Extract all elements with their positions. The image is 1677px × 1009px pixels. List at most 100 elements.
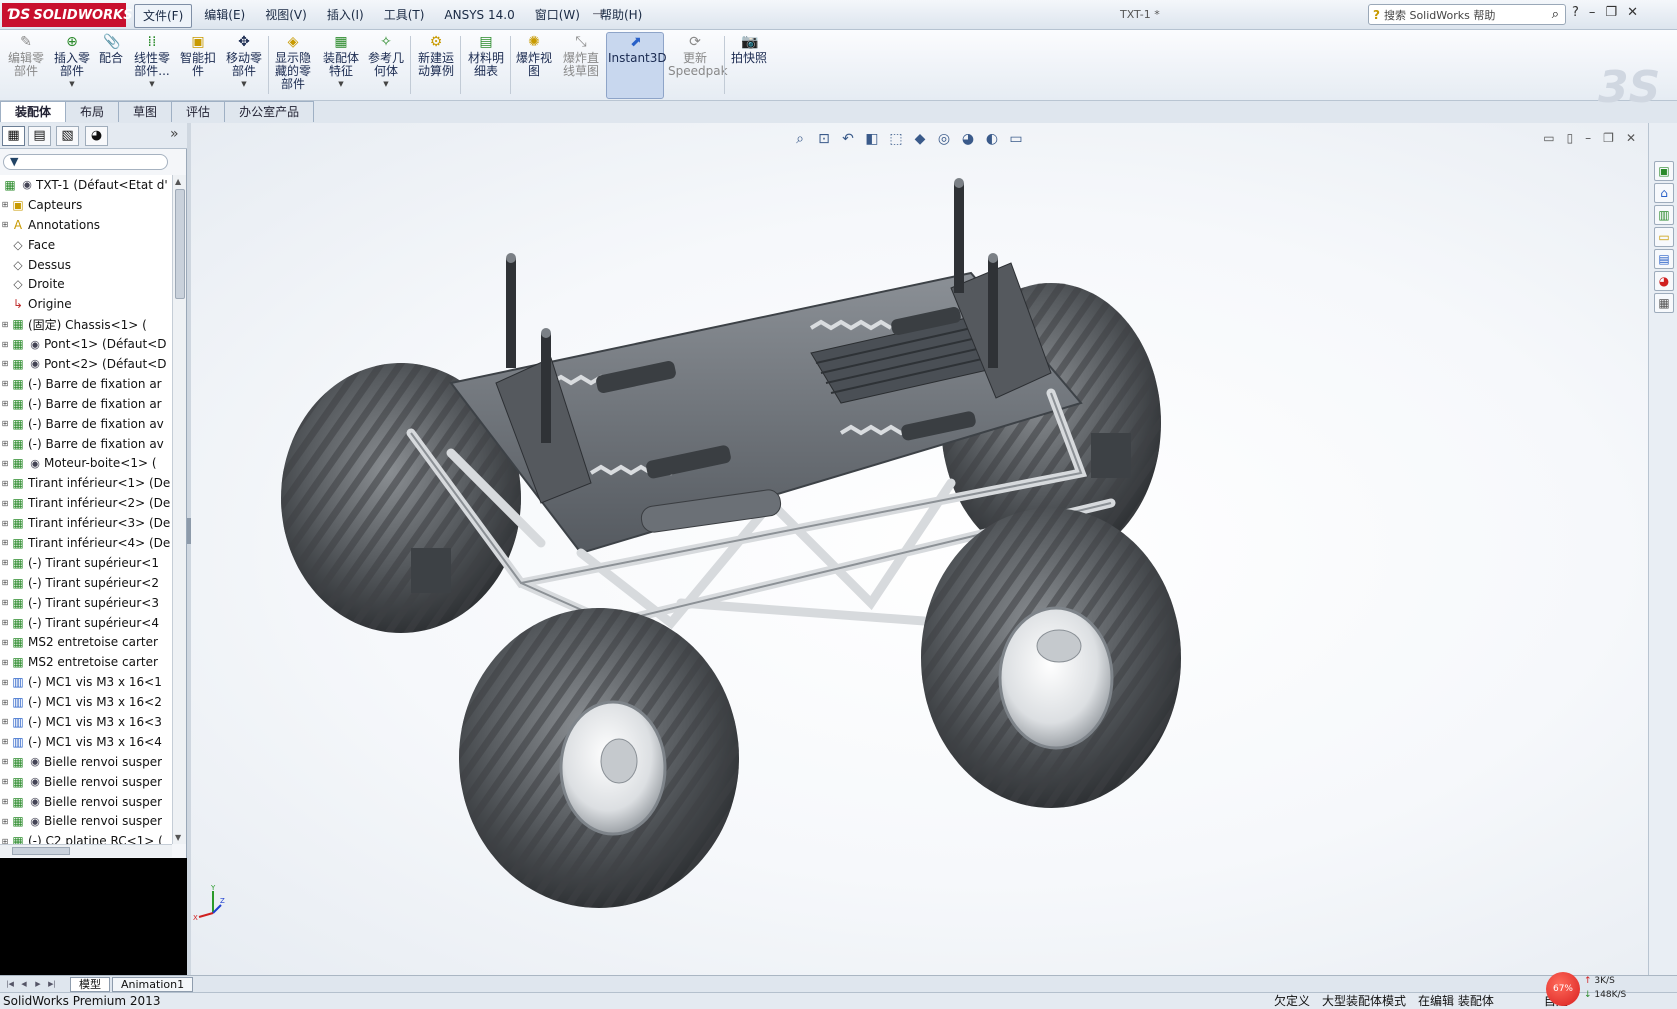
tab-model[interactable]: 模型 (70, 977, 110, 992)
instant3d-button[interactable]: ⬈ Instant3D (608, 34, 667, 65)
new-motion-study-button[interactable]: ⚙ 新建运 动算例 (414, 34, 458, 78)
last-tab-icon[interactable]: ▶| (46, 978, 58, 990)
tree-root[interactable]: ▦ ◉ TXT-1 (Défaut<Etat d' (0, 175, 172, 195)
hide-show-items-icon[interactable]: ◎ (935, 131, 953, 147)
feature-manager-tab-icon[interactable]: ▦ (2, 126, 25, 146)
tab-evaluate[interactable]: 评估 (171, 101, 226, 122)
expand-icon[interactable]: ⊞ (0, 797, 10, 806)
tab-office-products[interactable]: 办公室产品 (224, 101, 315, 122)
expand-icon[interactable]: ⊞ (0, 558, 10, 567)
menu-window[interactable]: 窗口(W) (527, 4, 588, 28)
tree-item[interactable]: ⊞ ▦ ◉ Bielle renvoi susper (0, 752, 172, 772)
explode-line-sketch-button[interactable]: ⤡ 爆炸直 线草图 (558, 34, 604, 78)
snapshot-button[interactable]: 📷 拍快照 (728, 34, 770, 65)
expand-icon[interactable]: ⊞ (0, 618, 10, 627)
file-explorer-icon[interactable]: ▭ (1654, 227, 1674, 247)
view-palette-icon[interactable]: ▤ (1654, 249, 1674, 269)
tab-layout[interactable]: 布局 (65, 101, 120, 122)
tree-item[interactable]: ⊞ ▦ Tirant inférieur<3> (De (0, 513, 172, 533)
zoom-to-fit-icon[interactable]: ⌕ (791, 131, 809, 147)
tab-assembly[interactable]: 装配体 (0, 101, 67, 122)
viewport-restore-icon[interactable]: ❐ (1603, 131, 1614, 145)
tree-item[interactable]: ◇ Face (0, 235, 172, 255)
expand-icon[interactable]: ⊞ (0, 837, 10, 844)
chevron-down-icon[interactable]: ▼ (130, 78, 174, 91)
exploded-view-button[interactable]: ✺ 爆炸视 图 (512, 34, 556, 78)
chevron-down-icon[interactable]: ▼ (364, 78, 408, 91)
expand-icon[interactable]: ⊞ (0, 419, 10, 428)
tree-filter-input[interactable]: ▼ (3, 154, 168, 170)
expand-icon[interactable]: ⊞ (0, 200, 10, 209)
tree-item[interactable]: ⊞ ▦ Tirant inférieur<2> (De (0, 493, 172, 513)
next-tab-icon[interactable]: ▶ (32, 978, 44, 990)
insert-component-button[interactable]: ⊕ 插入零 部件 ▼ (50, 34, 94, 91)
expand-icon[interactable]: ⊞ (0, 578, 10, 587)
design-library-icon[interactable]: ▥ (1654, 205, 1674, 225)
expand-icon[interactable]: ⊞ (0, 499, 10, 508)
pin-menu-icon[interactable]: ⊣ (592, 7, 602, 21)
expand-icon[interactable]: ⊞ (0, 598, 10, 607)
tree-item[interactable]: ⊞ ▦ (-) Barre de fixation av (0, 414, 172, 434)
graphics-area[interactable]: ⌕ ⊡ ↶ ◧ ⬚ ◆ ◎ ◕ ◐ ▭ ▭ ▯ – ❐ ✕ Y X Z (191, 123, 1648, 975)
tree-item[interactable]: ⊞ ▦ (-) Barre de fixation av (0, 434, 172, 454)
tree-item[interactable]: ⊞ ▦ Tirant inférieur<1> (De (0, 473, 172, 493)
solidworks-resources-icon[interactable]: ▣ (1654, 161, 1674, 181)
chevron-down-icon[interactable]: ▼ (320, 78, 362, 91)
expand-icon[interactable]: ⊞ (0, 777, 10, 786)
view-orientation-icon[interactable]: ⬚ (887, 131, 905, 147)
expand-icon[interactable]: ⊞ (0, 737, 10, 746)
tree-item[interactable]: ⊞ ▣ Capteurs (0, 195, 172, 215)
tree-item[interactable]: ⊞ ▦ (-) Barre de fixation ar (0, 394, 172, 414)
help-search-box[interactable]: ? 搜索 SolidWorks 帮助 ⌕ (1368, 4, 1566, 25)
section-view-icon[interactable]: ◧ (863, 131, 881, 147)
update-speedpak-button[interactable]: ⟳ 更新 Speedpak (668, 34, 728, 78)
expand-icon[interactable]: ⊞ (0, 658, 10, 667)
expand-icon[interactable]: ⊞ (0, 399, 10, 408)
menu-view[interactable]: 视图(V) (257, 4, 315, 28)
tab-sketch[interactable]: 草图 (118, 101, 173, 122)
expand-icon[interactable]: ⊞ (0, 678, 10, 687)
tree-item[interactable]: ⊞ ▦ ◉ Moteur-boite<1> ( (0, 453, 172, 473)
tree-item[interactable]: ⊞ ▦ (-) Tirant supérieur<2 (0, 573, 172, 593)
tree-item[interactable]: ◇ Droite (0, 274, 172, 294)
scroll-down-icon[interactable]: ▼ (175, 833, 181, 842)
expand-icon[interactable]: ⊞ (0, 459, 10, 468)
tree-item[interactable]: ⊞ ▦ ◉ Bielle renvoi susper (0, 772, 172, 792)
restore-icon[interactable]: ❐ (1605, 5, 1617, 20)
minimize-icon[interactable]: – (1589, 5, 1596, 20)
tree-item[interactable]: ◇ Dessus (0, 255, 172, 275)
expand-icon[interactable]: ⊞ (0, 698, 10, 707)
expand-icon[interactable]: ⊞ (0, 757, 10, 766)
chevron-down-icon[interactable]: ▼ (50, 78, 94, 91)
expand-icon[interactable]: ⊞ (0, 717, 10, 726)
tree-item[interactable]: ⊞ ▦ ◉ Bielle renvoi susper (0, 812, 172, 832)
tree-item[interactable]: ⊞ ▥ (-) MC1 vis M3 x 16<1 (0, 672, 172, 692)
display-manager-tab-icon[interactable]: ◕ (85, 126, 108, 146)
display-style-icon[interactable]: ◆ (911, 131, 929, 147)
monster-truck-model[interactable] (251, 153, 1281, 943)
close-icon[interactable]: ✕ (1627, 5, 1638, 20)
smart-fastener-button[interactable]: ▣ 智能扣 件 (178, 34, 218, 78)
tile-view-icon[interactable]: ▯ (1567, 131, 1574, 145)
filter-icon[interactable]: ▼ (10, 155, 18, 168)
expand-icon[interactable]: ⊞ (0, 379, 10, 388)
network-speed-widget[interactable]: 67% ↑ 3K/S ↓ 148K/S (1546, 970, 1634, 1006)
tree-item[interactable]: ⊞ ▦ (-) Tirant supérieur<1 (0, 553, 172, 573)
tree-item[interactable]: ⊞ ▦ (-) C2 platine RC<1> ( (0, 831, 172, 844)
custom-properties-icon[interactable]: ▦ (1654, 293, 1674, 313)
prev-tab-icon[interactable]: ◀ (18, 978, 30, 990)
menu-ansys[interactable]: ANSYS 14.0 (436, 4, 522, 28)
appearances-icon[interactable]: ◕ (1654, 271, 1674, 291)
tree-item[interactable]: ⊞ ▦ MS2 entretoise carter (0, 632, 172, 652)
tab-animation1[interactable]: Animation1 (112, 977, 194, 992)
tree-item[interactable]: ⊞ ▦ ◉ Bielle renvoi susper (0, 792, 172, 812)
view-settings-icon[interactable]: ▭ (1007, 131, 1025, 147)
expand-icon[interactable]: ⊞ (0, 817, 10, 826)
expand-icon[interactable]: ⊞ (0, 538, 10, 547)
expand-icon[interactable]: ⊞ (0, 479, 10, 488)
tree-vertical-scrollbar[interactable]: ▲ ▼ (172, 175, 186, 844)
tree-item[interactable]: ⊞ ▥ (-) MC1 vis M3 x 16<3 (0, 712, 172, 732)
linear-pattern-button[interactable]: ⁞⁞ 线性零 部件... ▼ (130, 34, 174, 91)
tree-item[interactable]: ↳ Origine (0, 294, 172, 314)
help-icon[interactable]: ? (1572, 5, 1579, 20)
